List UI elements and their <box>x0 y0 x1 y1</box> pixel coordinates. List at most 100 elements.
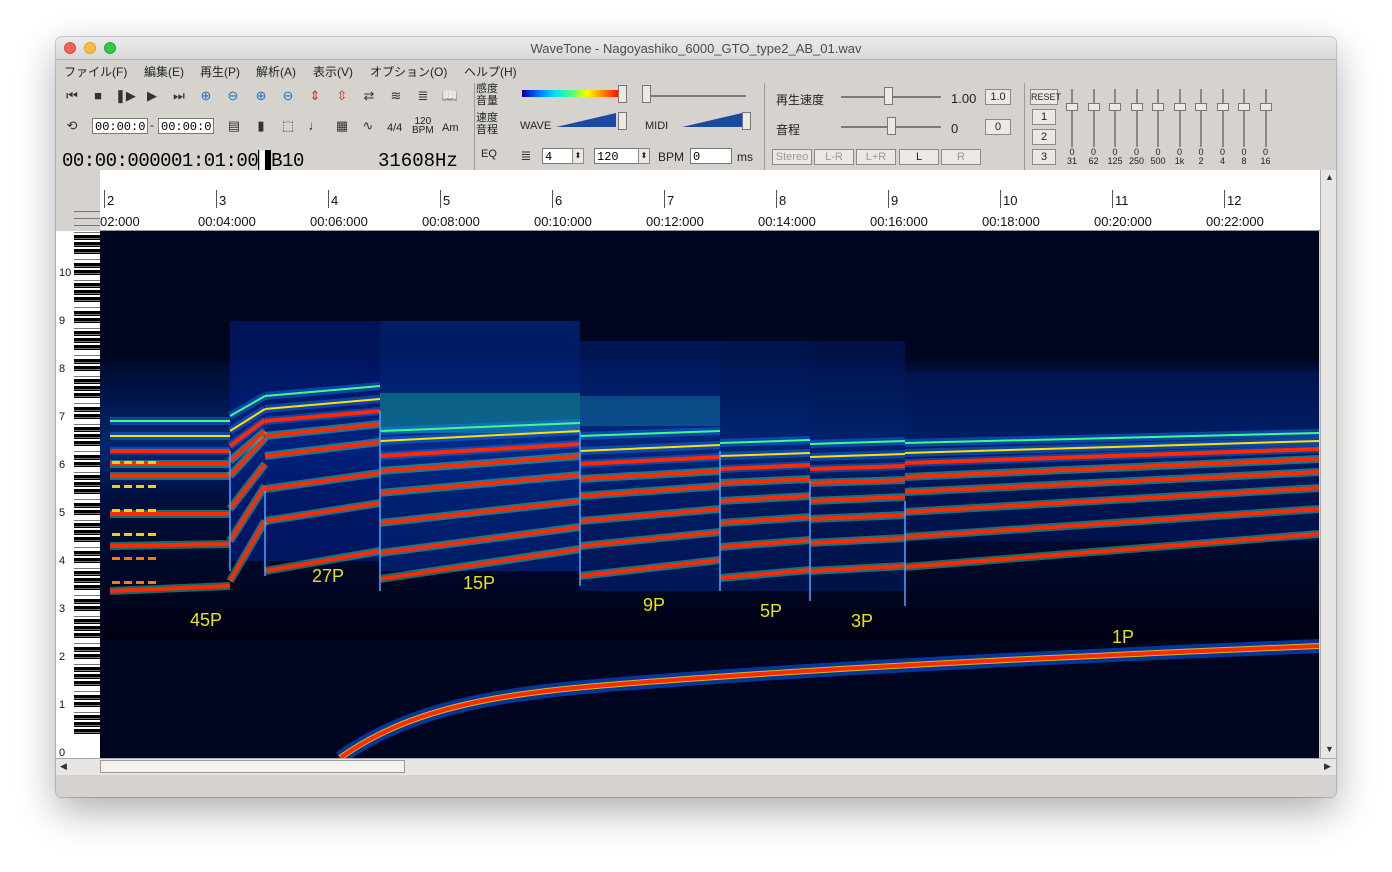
scroll-right-icon[interactable]: ▶ <box>1324 761 1331 772</box>
shrink-icon[interactable]: ⇳ <box>332 86 352 106</box>
piano-white-key-line <box>74 259 100 260</box>
piano-white-key-line <box>74 279 100 281</box>
stop-icon[interactable]: ■ <box>88 86 108 106</box>
zoom-out-vertical-icon[interactable]: ⊖ <box>278 86 298 106</box>
swap-icon[interactable]: ⇄ <box>359 86 379 106</box>
harmonic-dash <box>124 557 132 560</box>
volume-slider-track[interactable] <box>646 95 746 97</box>
playback-speed-thumb[interactable] <box>884 87 893 105</box>
zoom-in-vertical-icon[interactable]: ⊕ <box>251 86 271 106</box>
select-icon[interactable]: ⬚ <box>278 116 298 136</box>
piano-white-key-line <box>74 430 100 432</box>
eq-preset-3-button[interactable]: 3 <box>1032 149 1056 165</box>
scroll-left-icon[interactable]: ◀ <box>60 761 67 772</box>
vertical-scrollbar[interactable]: ▲ ▼ <box>1320 170 1336 758</box>
offset-input[interactable]: 0 <box>690 148 732 164</box>
waveform-icon[interactable]: ≋ <box>386 86 406 106</box>
zoom-out-horizontal-icon[interactable]: ⊖ <box>223 86 243 106</box>
harmonic-dash <box>136 509 144 512</box>
piano-white-key-line <box>74 471 100 473</box>
piano-white-key-line <box>74 231 100 233</box>
eq-preset-1-button[interactable]: 1 <box>1032 109 1056 125</box>
channel-r-button[interactable]: R <box>941 149 981 165</box>
piano-white-key-line <box>74 224 100 226</box>
menu-options[interactable]: オプション(O) <box>370 63 447 80</box>
range-end-input[interactable]: 00:00:0 <box>158 118 214 134</box>
bpm-icon[interactable]: 120 BPM <box>412 117 434 136</box>
playback-speed-reset-button[interactable]: 1.0 <box>985 89 1011 105</box>
channel-stereo-button[interactable]: Stereo <box>772 149 812 165</box>
grid-icon[interactable]: ▤ <box>224 116 244 136</box>
eq-slider-2[interactable] <box>1109 89 1121 147</box>
volume-slider-thumb[interactable] <box>642 85 651 103</box>
eq-reset-button[interactable]: RESET <box>1030 89 1061 105</box>
time-signature-label[interactable]: 4/4 <box>387 123 402 134</box>
harmonic-dash <box>136 485 144 488</box>
harmonic-dash <box>112 581 120 584</box>
piano-white-key-line <box>74 382 100 384</box>
range-start-input[interactable]: 00:00:0 <box>92 118 148 134</box>
expand-icon[interactable]: ⇕ <box>305 86 325 106</box>
piano-white-key-line <box>74 505 100 507</box>
eq-slider-5[interactable] <box>1173 89 1186 147</box>
window-title: WaveTone - Nagoyashiko_6000_GTO_type2_AB… <box>530 41 862 56</box>
eq-preset-2-button[interactable]: 2 <box>1032 129 1056 145</box>
note-icon[interactable]: ♩ <box>305 116 325 136</box>
menu-view[interactable]: 表示(V) <box>313 63 353 80</box>
piano-white-key-line <box>74 451 100 452</box>
horizontal-scrollbar[interactable]: ◀ ▶ <box>56 758 1336 775</box>
eq-slider-9[interactable] <box>1259 89 1272 147</box>
pitch-reset-button[interactable]: 0 <box>985 119 1011 135</box>
piano-keyboard[interactable]: 10 9 8 7 6 5 4 3 2 1 0 <box>56 211 100 759</box>
midi-volume-ramp[interactable] <box>682 113 742 127</box>
table-icon[interactable]: ▦ <box>332 116 352 136</box>
piano-white-key-line <box>74 732 100 734</box>
play-icon[interactable]: ▶ <box>142 86 162 106</box>
harmonic-dash <box>112 485 120 488</box>
wave-volume-thumb[interactable] <box>618 112 627 130</box>
menu-file[interactable]: ファイル(F) <box>64 63 127 80</box>
loop-icon[interactable]: ⟲ <box>62 116 82 136</box>
scroll-up-icon[interactable]: ▲ <box>1325 172 1334 182</box>
pitch-thumb[interactable] <box>887 117 896 135</box>
menu-play[interactable]: 再生(P) <box>200 63 240 80</box>
beats-spinner[interactable]: ⬍ <box>572 148 584 164</box>
spectrogram-view[interactable]: 45P 27P 15P 9P 5P 3P 1P <box>100 231 1319 758</box>
channel-l-minus-r-button[interactable]: L-R <box>814 149 854 165</box>
midi-volume-thumb[interactable] <box>742 112 751 130</box>
wave-volume-ramp[interactable] <box>556 113 616 127</box>
marker-icon[interactable]: ▮ <box>251 116 271 136</box>
chord-icon[interactable]: Am <box>442 123 459 134</box>
eq-slider-6[interactable] <box>1195 89 1207 147</box>
ruler-time-label: 00:10:000 <box>534 214 592 229</box>
ruler-bar-label: 11 <box>1115 193 1129 208</box>
horizontal-scroll-thumb[interactable] <box>100 760 405 773</box>
spectrum-icon[interactable]: ≣ <box>413 86 433 106</box>
channel-l-plus-r-button[interactable]: L+R <box>856 149 896 165</box>
pitch-value: 0 <box>951 121 959 136</box>
menu-help[interactable]: ヘルプ(H) <box>464 63 517 80</box>
eq-band-label-4: 0 500 <box>1150 147 1166 166</box>
eq-slider-1[interactable] <box>1087 89 1100 147</box>
tempo-spinner[interactable]: ⬍ <box>638 148 650 164</box>
eq-slider-4[interactable] <box>1152 89 1164 147</box>
sensitivity-slider-thumb[interactable] <box>618 85 627 103</box>
eq-slider-3[interactable] <box>1130 89 1143 147</box>
score-icon[interactable]: 📖 <box>440 86 460 106</box>
scroll-down-icon[interactable]: ▼ <box>1325 744 1334 754</box>
menu-analyze[interactable]: 解析(A) <box>256 63 296 80</box>
channel-l-button[interactable]: L <box>899 149 939 165</box>
eq-slider-8[interactable] <box>1238 89 1250 147</box>
pause-icon[interactable]: ❚▶ <box>115 86 136 106</box>
piano-white-key-line <box>74 649 100 651</box>
range-dash: - <box>150 118 154 132</box>
eq-slider-0[interactable] <box>1066 89 1078 147</box>
menu-edit[interactable]: 編集(E) <box>144 63 184 80</box>
piano-white-key-line <box>74 375 100 377</box>
rewind-icon[interactable]: ⏮ <box>62 86 82 106</box>
fast-forward-icon[interactable]: ⏭ <box>169 86 189 106</box>
eq-slider-7[interactable] <box>1216 89 1229 147</box>
curve-icon[interactable]: ∿ <box>358 116 378 136</box>
time-ruler[interactable]: 2 02:000 3 00:04:000 4 00:06:000 5 00:08:000 6 00… <box>100 170 1320 231</box>
zoom-in-horizontal-icon[interactable]: ⊕ <box>196 86 216 106</box>
